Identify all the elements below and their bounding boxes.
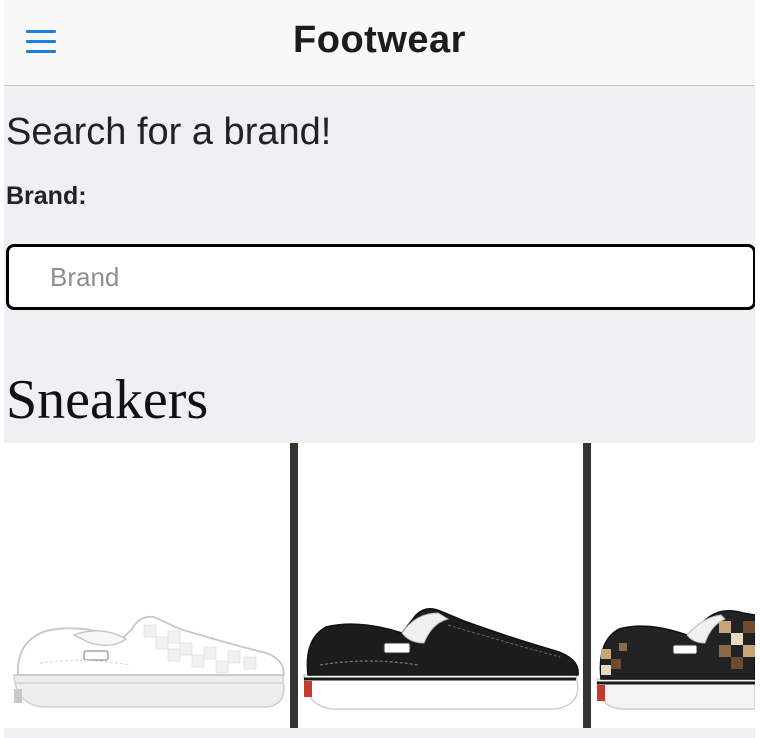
product-gallery	[4, 443, 755, 728]
section-title: Sneakers	[6, 369, 209, 431]
app-frame: Footwear Search for a brand! Brand: Snea…	[4, 0, 755, 738]
search-heading: Search for a brand!	[6, 111, 332, 153]
page-bottom-strip	[4, 728, 755, 738]
page-title: Footwear	[293, 19, 466, 61]
brand-label: Brand:	[6, 182, 87, 210]
white-sneaker-image	[13, 615, 285, 708]
product-card-black-sneaker[interactable]	[298, 443, 583, 728]
product-card-camo-sneaker[interactable]	[591, 443, 755, 728]
top-nav-bar: Footwear	[4, 0, 755, 86]
gallery-divider	[583, 443, 591, 728]
product-card-white-sneaker[interactable]	[4, 443, 290, 728]
black-sneaker-image	[303, 608, 579, 710]
brand-search-input[interactable]	[6, 244, 755, 310]
camo-sneaker-image	[596, 610, 755, 710]
gallery-divider	[290, 443, 298, 728]
